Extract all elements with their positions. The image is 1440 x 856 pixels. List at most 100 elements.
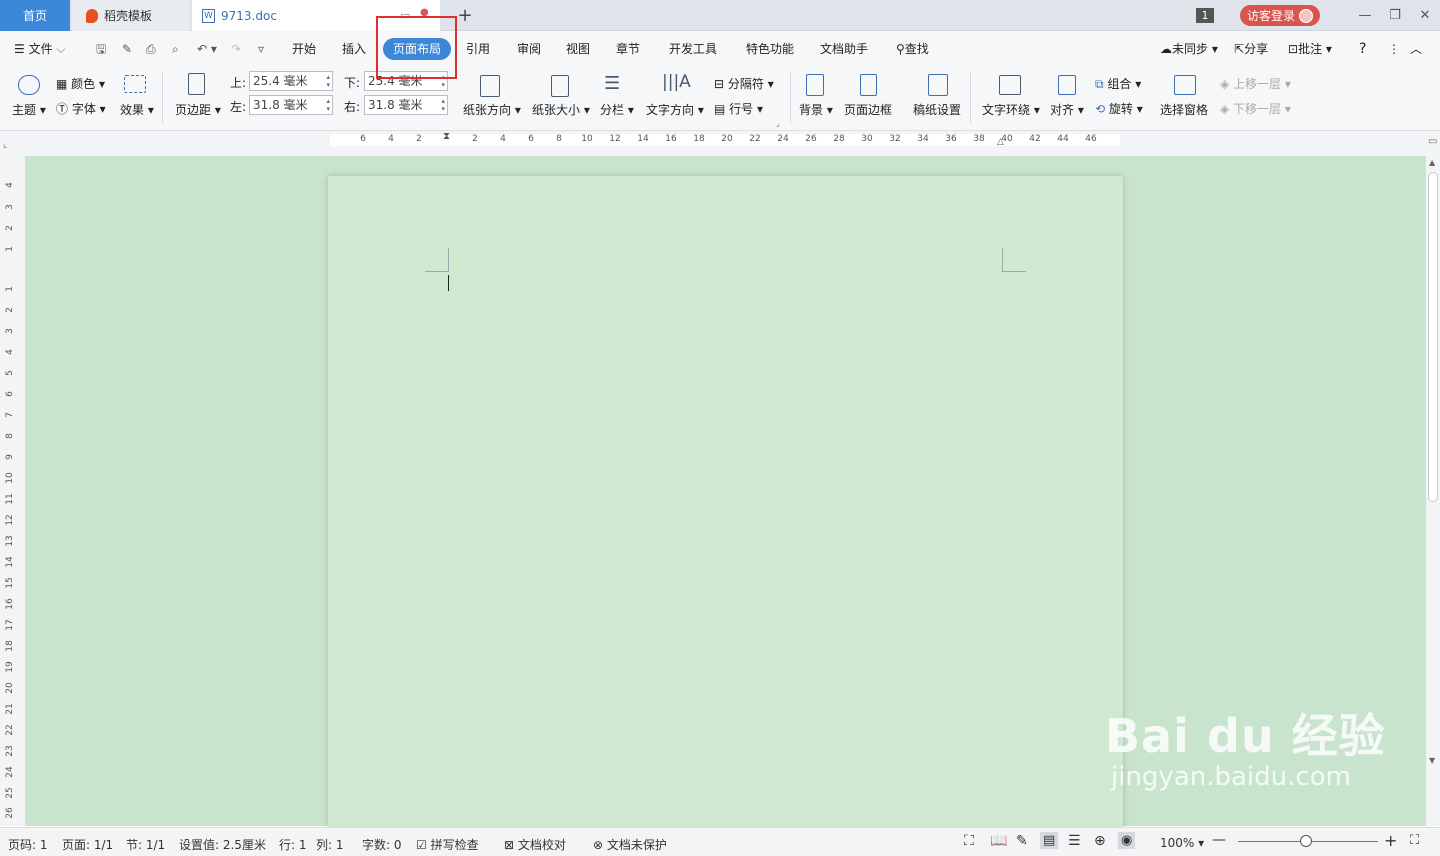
undo-icon[interactable]: ↶ ▾ bbox=[197, 37, 217, 61]
background-button[interactable]: 背景 ▾ bbox=[799, 101, 833, 118]
close-icon[interactable]: ✕ bbox=[1410, 8, 1440, 23]
split-icon[interactable]: ▭ bbox=[1428, 136, 1437, 147]
outline-view-icon[interactable]: ☰ bbox=[1068, 833, 1081, 849]
margin-corner-top-right bbox=[1002, 248, 1026, 272]
print-icon[interactable]: ⎙ bbox=[146, 37, 156, 61]
vertical-ruler-tick-label: 16 bbox=[5, 598, 15, 610]
page-setup-dialog-icon[interactable]: ⌟ bbox=[776, 119, 780, 128]
effect-button[interactable]: 效果 ▾ bbox=[120, 101, 154, 118]
zoom-slider-knob[interactable] bbox=[1300, 835, 1312, 847]
rotate-label: 旋转 bbox=[1108, 102, 1133, 116]
status-page-number[interactable]: 页码: 1 bbox=[8, 836, 48, 853]
chevron-down-icon: ⌵ bbox=[52, 42, 66, 56]
ruler-tick-label: 8 bbox=[556, 134, 562, 144]
spinner-icon[interactable]: ▴ ▾ bbox=[326, 73, 330, 89]
text-direction-button[interactable]: 文字方向 ▾ bbox=[646, 101, 704, 118]
tab-developer[interactable]: 开发工具 bbox=[669, 37, 717, 61]
spell-check-button[interactable]: ☑ 拼写检查 bbox=[416, 836, 479, 853]
tab-references[interactable]: 引用 bbox=[466, 37, 490, 61]
selection-pane-button[interactable]: 选择窗格 bbox=[1160, 101, 1208, 118]
more-icon[interactable]: ⋮ bbox=[1388, 37, 1400, 61]
restore-icon[interactable]: ❐ bbox=[1380, 8, 1410, 23]
tab-chapter[interactable]: 章节 bbox=[616, 37, 640, 61]
login-button[interactable]: 访客登录 bbox=[1240, 5, 1320, 26]
manuscript-button[interactable]: 稿纸设置 bbox=[913, 101, 961, 118]
tab-insert[interactable]: 插入 bbox=[342, 37, 366, 61]
page-view-icon[interactable]: ▤ bbox=[1040, 832, 1059, 849]
window-count-badge[interactable]: 1 bbox=[1196, 8, 1214, 23]
top-margin-field[interactable]: 25.4 毫米 ▴ ▾ bbox=[249, 71, 333, 91]
right-margin-field[interactable]: 31.8 毫米 ▴ ▾ bbox=[364, 95, 448, 115]
customize-icon[interactable]: ▿ bbox=[258, 37, 264, 61]
tab-features[interactable]: 特色功能 bbox=[746, 37, 794, 61]
rotate-button[interactable]: ⟲ 旋转 ▾ bbox=[1095, 100, 1143, 117]
doc-proof-label: 文档校对 bbox=[517, 838, 566, 852]
tab-start[interactable]: 开始 bbox=[292, 37, 316, 61]
status-section[interactable]: 节: 1/1 bbox=[126, 836, 165, 853]
effect-icon bbox=[124, 75, 146, 93]
format-painter-icon[interactable]: ✎ bbox=[122, 37, 132, 61]
scroll-down-icon[interactable]: ▼ bbox=[1429, 756, 1435, 765]
status-setting[interactable]: 设置值: 2.5厘米 bbox=[179, 836, 266, 853]
comment-button[interactable]: ⊡批注 ▾ bbox=[1288, 37, 1332, 61]
orientation-icon bbox=[480, 75, 500, 97]
color-button[interactable]: ▦ 颜色 ▾ bbox=[56, 75, 105, 92]
new-tab-button[interactable]: + bbox=[455, 0, 475, 31]
tab-templates[interactable]: 稻壳模板 bbox=[72, 0, 190, 31]
share-button[interactable]: ⇱分享 bbox=[1234, 37, 1268, 61]
send-backward-button[interactable]: ◈ 下移一层 ▾ bbox=[1220, 100, 1291, 117]
tab-review[interactable]: 审阅 bbox=[517, 37, 541, 61]
print-preview-icon[interactable]: ⌕ bbox=[172, 37, 179, 61]
align-button[interactable]: 对齐 ▾ bbox=[1050, 101, 1084, 118]
file-menu-label: 文件 bbox=[28, 42, 53, 56]
bring-forward-icon: ◈ bbox=[1220, 77, 1234, 91]
fit-window-icon[interactable]: ⛶ bbox=[1410, 833, 1419, 848]
zoom-out-icon[interactable]: — bbox=[1212, 832, 1226, 848]
breaks-button[interactable]: ⊟ 分隔符 ▾ bbox=[714, 75, 774, 92]
save-icon[interactable]: 🖫 bbox=[96, 37, 106, 61]
tab-stop-icon[interactable]: ⌞ bbox=[3, 140, 7, 150]
zoom-in-icon[interactable]: + bbox=[1384, 831, 1397, 850]
paper-size-button[interactable]: 纸张大小 ▾ bbox=[532, 101, 590, 118]
protect-button[interactable]: ⊗ 文档未保护 bbox=[593, 836, 667, 853]
fullscreen-icon[interactable]: ⛶ bbox=[964, 833, 974, 849]
indent-marker-icon[interactable]: ⧗ bbox=[443, 131, 450, 142]
bring-forward-button[interactable]: ◈ 上移一层 ▾ bbox=[1220, 75, 1291, 92]
vertical-ruler-tick-label: 1 bbox=[5, 246, 15, 252]
scroll-up-icon[interactable]: ▲ bbox=[1429, 158, 1435, 167]
doc-proof-icon: ⊠ bbox=[504, 838, 518, 852]
minimize-icon[interactable]: — bbox=[1350, 8, 1380, 23]
help-icon[interactable]: ? bbox=[1359, 37, 1366, 61]
left-margin-field[interactable]: 31.8 毫米 ▴ ▾ bbox=[249, 95, 333, 115]
doc-proof-button[interactable]: ⊠ 文档校对 bbox=[504, 836, 566, 853]
scrollbar-thumb[interactable] bbox=[1428, 172, 1438, 502]
web-view-icon[interactable]: ⊕ bbox=[1094, 833, 1106, 849]
orientation-button[interactable]: 纸张方向 ▾ bbox=[463, 101, 521, 118]
theme-button[interactable]: 主题 ▾ bbox=[12, 101, 46, 118]
eye-protect-icon[interactable]: ◉ bbox=[1118, 832, 1136, 849]
page-border-button[interactable]: 页面边框 bbox=[844, 101, 892, 118]
spinner-icon[interactable]: ▴ ▾ bbox=[326, 97, 330, 113]
status-words[interactable]: 字数: 0 bbox=[362, 836, 402, 853]
collapse-ribbon-icon[interactable]: ︿ bbox=[1410, 37, 1422, 61]
rotate-icon: ⟲ bbox=[1095, 102, 1109, 116]
line-numbers-button[interactable]: ▤ 行号 ▾ bbox=[714, 100, 763, 117]
zoom-dropdown[interactable]: 100% ▾ bbox=[1160, 836, 1204, 850]
columns-button[interactable]: 分栏 ▾ bbox=[600, 101, 634, 118]
tab-doc-assistant[interactable]: 文档助手 bbox=[820, 37, 868, 61]
tab-view[interactable]: 视图 bbox=[566, 37, 590, 61]
write-mode-icon[interactable]: ✎ bbox=[1016, 833, 1028, 849]
read-mode-icon[interactable]: 📖 bbox=[990, 833, 1007, 849]
right-indent-marker-icon[interactable]: △ bbox=[997, 137, 1004, 147]
tab-home[interactable]: 首页 bbox=[0, 0, 70, 31]
redo-icon[interactable]: ↷ bbox=[231, 37, 241, 61]
group-button[interactable]: ⧉ 组合 ▾ bbox=[1095, 75, 1141, 92]
status-pages[interactable]: 页面: 1/1 bbox=[62, 836, 113, 853]
find-button[interactable]: ⚲查找 bbox=[896, 37, 929, 61]
spinner-icon[interactable]: ▴ ▾ bbox=[441, 97, 445, 113]
font-button[interactable]: Ⓣ 字体 ▾ bbox=[56, 100, 106, 117]
margins-button[interactable]: 页边距 ▾ bbox=[175, 101, 221, 118]
file-menu[interactable]: ☰ 文件 ⌵ bbox=[14, 37, 66, 61]
text-wrap-button[interactable]: 文字环绕 ▾ bbox=[982, 101, 1040, 118]
sync-button[interactable]: ☁未同步 ▾ bbox=[1160, 37, 1218, 61]
